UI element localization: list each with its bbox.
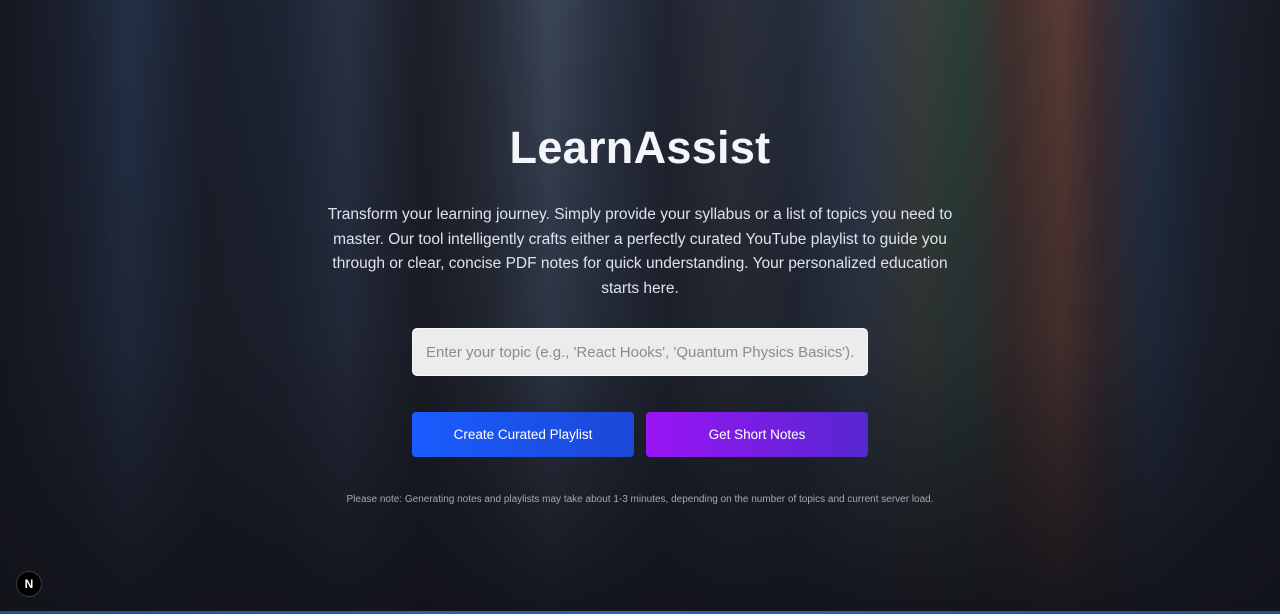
nextjs-letter: N: [24, 577, 34, 591]
get-notes-button[interactable]: Get Short Notes: [646, 412, 868, 457]
create-playlist-label: Create Curated Playlist: [453, 427, 593, 442]
hero-description: Transform your learning journey. Simply …: [327, 206, 953, 297]
topic-input[interactable]: [412, 328, 868, 376]
create-playlist-button[interactable]: Create Curated Playlist: [412, 412, 634, 457]
get-notes-label: Get Short Notes: [708, 427, 806, 442]
main-content: LearnAssist Transform your learning jour…: [0, 0, 1280, 614]
page-title: LearnAssist: [509, 122, 771, 173]
processing-time-note: Please note: Generating notes and playli…: [346, 494, 934, 505]
nextjs-icon[interactable]: N: [16, 571, 42, 597]
